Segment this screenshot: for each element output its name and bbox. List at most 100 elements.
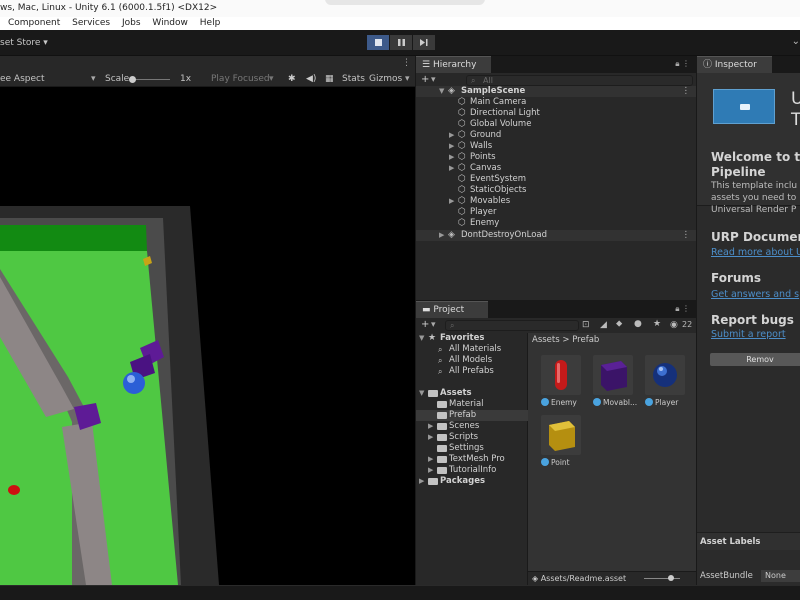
favorites-item[interactable]: ⌕ All Materials <box>416 344 528 355</box>
tab-inspector[interactable]: ⓘ Inspector <box>697 56 772 73</box>
aspect-dropdown[interactable]: ee Aspect <box>0 72 45 87</box>
grid-icon[interactable]: ▦ <box>325 72 334 87</box>
asset-bundle-dropdown[interactable]: None <box>761 570 800 582</box>
asset-folder[interactable]: ▶ Scenes <box>416 421 528 432</box>
stats-button[interactable]: Stats <box>342 72 365 87</box>
breadcrumb-assets[interactable]: Assets <box>532 335 560 345</box>
collapse-arrow-icon[interactable]: ▶ <box>439 230 444 241</box>
hierarchy-item[interactable]: ⬡ EventSystem <box>416 174 696 185</box>
lock-icon[interactable]: 🔒︎ <box>675 304 679 313</box>
hierarchy-item-label: Main Camera <box>470 97 527 107</box>
hierarchy-item[interactable]: ▶ ⬡ Points <box>416 152 696 163</box>
collapse-arrow-icon[interactable]: ▶ <box>449 130 454 141</box>
asset-item[interactable]: Point <box>541 415 587 467</box>
menu-services[interactable]: Services <box>72 17 110 30</box>
collapse-arrow-icon[interactable]: ▶ <box>449 141 454 152</box>
scene-options-icon[interactable]: ⋮ <box>682 230 691 241</box>
collapse-arrow-icon[interactable]: ▶ <box>428 465 433 476</box>
asset-item[interactable]: Movabl... <box>593 355 639 407</box>
speaker-icon[interactable]: ◀) <box>306 72 316 87</box>
scale-slider-handle[interactable] <box>129 76 136 83</box>
toolbar-right-icon[interactable]: ⌄ <box>792 36 800 47</box>
collapse-arrow-icon[interactable]: ▶ <box>428 432 433 443</box>
lock-icon[interactable]: 🔒︎ <box>675 59 679 68</box>
hierarchy-item[interactable]: ⬡ Directional Light <box>416 108 696 119</box>
asset-item[interactable]: Enemy <box>541 355 587 407</box>
tab-project[interactable]: ▬ Project <box>416 301 488 318</box>
hierarchy-item[interactable]: ▶ ⬡ Canvas <box>416 163 696 174</box>
project-search-input[interactable]: ⌕ <box>445 320 579 331</box>
asset-item[interactable]: Player <box>645 355 691 407</box>
assets-row[interactable]: ▼ Assets <box>416 388 528 399</box>
hierarchy-item[interactable]: ▶ ⬡ Ground <box>416 130 696 141</box>
assets-label: Assets <box>440 388 472 398</box>
menu-window[interactable]: Window <box>152 17 188 30</box>
favorites-row[interactable]: ▼ ★ Favorites <box>416 333 528 344</box>
forums-link[interactable]: Get answers and s <box>711 289 799 300</box>
pause-button[interactable] <box>390 35 412 50</box>
expand-arrow-icon[interactable]: ▼ <box>419 388 424 399</box>
hierarchy-item[interactable]: ⬡ Global Volume <box>416 119 696 130</box>
asset-folder[interactable]: ▶ TutorialInfo <box>416 465 528 476</box>
thumbnail-size-slider[interactable] <box>644 575 680 581</box>
asset-folder[interactable]: Settings <box>416 443 528 454</box>
collapse-arrow-icon[interactable]: ▶ <box>419 476 424 487</box>
hierarchy-item[interactable]: ⬡ Enemy <box>416 218 696 229</box>
hierarchy-item[interactable]: ⬡ StaticObjects <box>416 185 696 196</box>
play-button[interactable] <box>367 35 389 50</box>
warning-icon[interactable]: ● <box>634 319 642 329</box>
scale-slider[interactable] <box>130 79 170 80</box>
docs-link[interactable]: Read more about U <box>711 247 800 258</box>
collapse-arrow-icon[interactable]: ▶ <box>428 421 433 432</box>
favorites-item[interactable]: ⌕ All Prefabs <box>416 366 528 377</box>
asset-folder[interactable]: ▶ TextMesh Pro <box>416 454 528 465</box>
collapse-arrow-icon[interactable]: ▶ <box>449 196 454 207</box>
scene-row[interactable]: ▼ ◈ SampleScene ⋮ <box>416 86 696 97</box>
add-chevron-icon[interactable]: ▾ <box>431 320 436 330</box>
asset-folder-selected[interactable]: Prefab <box>416 410 528 421</box>
hierarchy-tab-label: Hierarchy <box>432 60 477 70</box>
bug-icon[interactable]: ✱ <box>288 72 296 87</box>
more-options-icon[interactable]: ⋮ <box>682 304 690 313</box>
gizmos-button[interactable]: Gizmos <box>369 72 402 87</box>
more-options-icon[interactable]: ⋮ <box>682 59 690 68</box>
asset-folder[interactable]: Material <box>416 399 528 410</box>
search-by-label-icon[interactable]: ◢ <box>600 320 607 330</box>
collapse-arrow-icon[interactable]: ▶ <box>449 163 454 174</box>
breadcrumb-prefab[interactable]: Prefab <box>572 335 599 345</box>
hierarchy-search-input[interactable]: ⌕ All <box>466 75 693 86</box>
hierarchy-item[interactable]: ▶ ⬡ Movables <box>416 196 696 207</box>
breadcrumb: Assets > Prefab <box>532 335 599 345</box>
collapse-arrow-icon[interactable]: ▶ <box>449 152 454 163</box>
game-viewport[interactable] <box>0 87 415 585</box>
favorite-star-icon[interactable]: ★ <box>653 319 661 329</box>
expand-arrow-icon[interactable]: ▼ <box>439 86 444 97</box>
hierarchy-item[interactable]: ⬡ Main Camera <box>416 97 696 108</box>
add-chevron-icon[interactable]: ▾ <box>431 75 436 85</box>
step-button[interactable] <box>413 35 435 50</box>
label-tag-icon[interactable]: ⬥ <box>616 319 622 329</box>
menu-component[interactable]: Component <box>8 17 60 30</box>
asset-folder[interactable]: ▶ Scripts <box>416 432 528 443</box>
more-options-icon[interactable]: ⋮ <box>402 58 411 68</box>
collapse-arrow-icon[interactable]: ▶ <box>428 454 433 465</box>
scene-options-icon[interactable]: ⋮ <box>682 86 691 97</box>
asset-store-dropdown[interactable]: set Store ▾ <box>0 38 48 48</box>
packages-row[interactable]: ▶ Packages <box>416 476 528 487</box>
bugs-link[interactable]: Submit a report <box>711 329 786 340</box>
hierarchy-item[interactable]: ▶ ⬡ Walls <box>416 141 696 152</box>
hierarchy-item[interactable]: ⬡ Player <box>416 207 696 218</box>
add-icon[interactable]: + <box>421 319 429 330</box>
favorites-item[interactable]: ⌕ All Models <box>416 355 528 366</box>
menu-jobs[interactable]: Jobs <box>122 17 141 30</box>
menu-help[interactable]: Help <box>200 17 221 30</box>
play-focused-dropdown[interactable]: Play Focused <box>211 72 270 87</box>
asset-labels-section[interactable]: Asset Labels <box>697 532 800 550</box>
search-by-type-icon[interactable]: ⊡ <box>582 320 590 330</box>
hidden-packages-icon[interactable]: ◉ <box>670 320 678 330</box>
add-icon[interactable]: + <box>421 74 429 85</box>
tab-hierarchy[interactable]: ☰ Hierarchy <box>416 56 491 73</box>
dont-destroy-row[interactable]: ▶ ◈ DontDestroyOnLoad ⋮ <box>416 230 696 241</box>
remove-button[interactable]: Remov <box>710 353 800 366</box>
expand-arrow-icon[interactable]: ▼ <box>419 333 424 344</box>
